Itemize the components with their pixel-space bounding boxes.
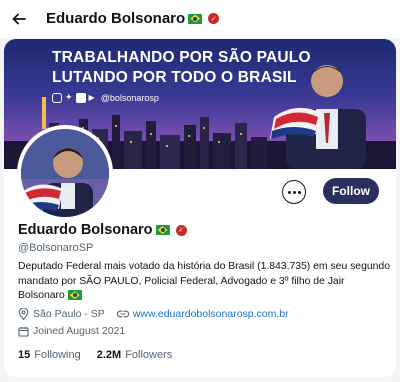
- profile-joined-row: Joined August 2021: [18, 325, 137, 337]
- more-options-button[interactable]: [282, 180, 306, 204]
- tower-light: [42, 97, 46, 129]
- more-options-icon: [287, 190, 291, 194]
- facebook-icon: [75, 92, 86, 103]
- link-icon: [116, 310, 129, 318]
- top-bar: Eduardo Bolsonaro ✓: [0, 0, 400, 38]
- avatar-image: [21, 129, 109, 217]
- banner-handle: @bolsonarosp: [100, 92, 159, 103]
- location-item: São Paulo - SP: [18, 308, 105, 320]
- banner-line-2: LUTANDO POR TODO O BRASIL: [52, 69, 297, 86]
- location-pin-icon: [18, 308, 29, 320]
- verified-badge-icon: ✓: [208, 13, 220, 24]
- followers-count: 2.2M: [96, 349, 122, 361]
- joined-text: Joined August 2021: [33, 325, 126, 337]
- header-title: Eduardo Bolsonaro: [46, 10, 186, 27]
- profile-name-group: Eduardo Bolsonaro ✓: [18, 222, 187, 238]
- brazil-flag-icon: [155, 225, 170, 235]
- website-item[interactable]: www.eduardobolsonarosp.com.br: [116, 308, 289, 320]
- verified-badge-icon: ✓: [175, 224, 187, 236]
- followers-label: Followers: [125, 349, 173, 361]
- followers-link[interactable]: 2.2M Followers: [97, 349, 173, 361]
- brazil-flag-icon: [188, 13, 203, 24]
- instagram-icon: [52, 92, 62, 103]
- profile-name: Eduardo Bolsonaro: [18, 222, 153, 238]
- location-text: São Paulo - SP: [33, 308, 105, 320]
- brazil-flag-icon: [67, 290, 82, 301]
- arrow-left-icon: [12, 13, 26, 25]
- following-count: 15: [18, 349, 31, 361]
- following-link[interactable]: 15 Following: [18, 349, 81, 361]
- back-button[interactable]: [9, 9, 29, 29]
- avatar[interactable]: [17, 125, 113, 221]
- header-title-group: Eduardo Bolsonaro ✓: [46, 10, 220, 27]
- profile-handle: @BolsonaroSP: [18, 242, 94, 254]
- banner-social-row: ✦ ▶ @bolsonarosp: [52, 92, 159, 103]
- following-label: Following: [34, 349, 81, 361]
- joined-item: Joined August 2021: [18, 325, 125, 337]
- profile-meta-row: São Paulo - SP www.eduardobolsonarosp.co…: [18, 308, 301, 320]
- profile-bio: Deputado Federal mais votado da história…: [18, 260, 390, 304]
- twitter-icon: ✦: [65, 92, 73, 102]
- website-link[interactable]: www.eduardobolsonarosp.com.br: [133, 308, 289, 320]
- calendar-icon: [18, 326, 29, 337]
- youtube-icon: ▶: [88, 93, 95, 102]
- profile-stats: 15 Following 2.2M Followers: [18, 349, 188, 361]
- profile-card: TRABALHANDO POR SÃO PAULO LUTANDO POR TO…: [4, 39, 396, 377]
- follow-button[interactable]: Follow: [323, 178, 379, 204]
- banner-portrait-image: [270, 65, 366, 169]
